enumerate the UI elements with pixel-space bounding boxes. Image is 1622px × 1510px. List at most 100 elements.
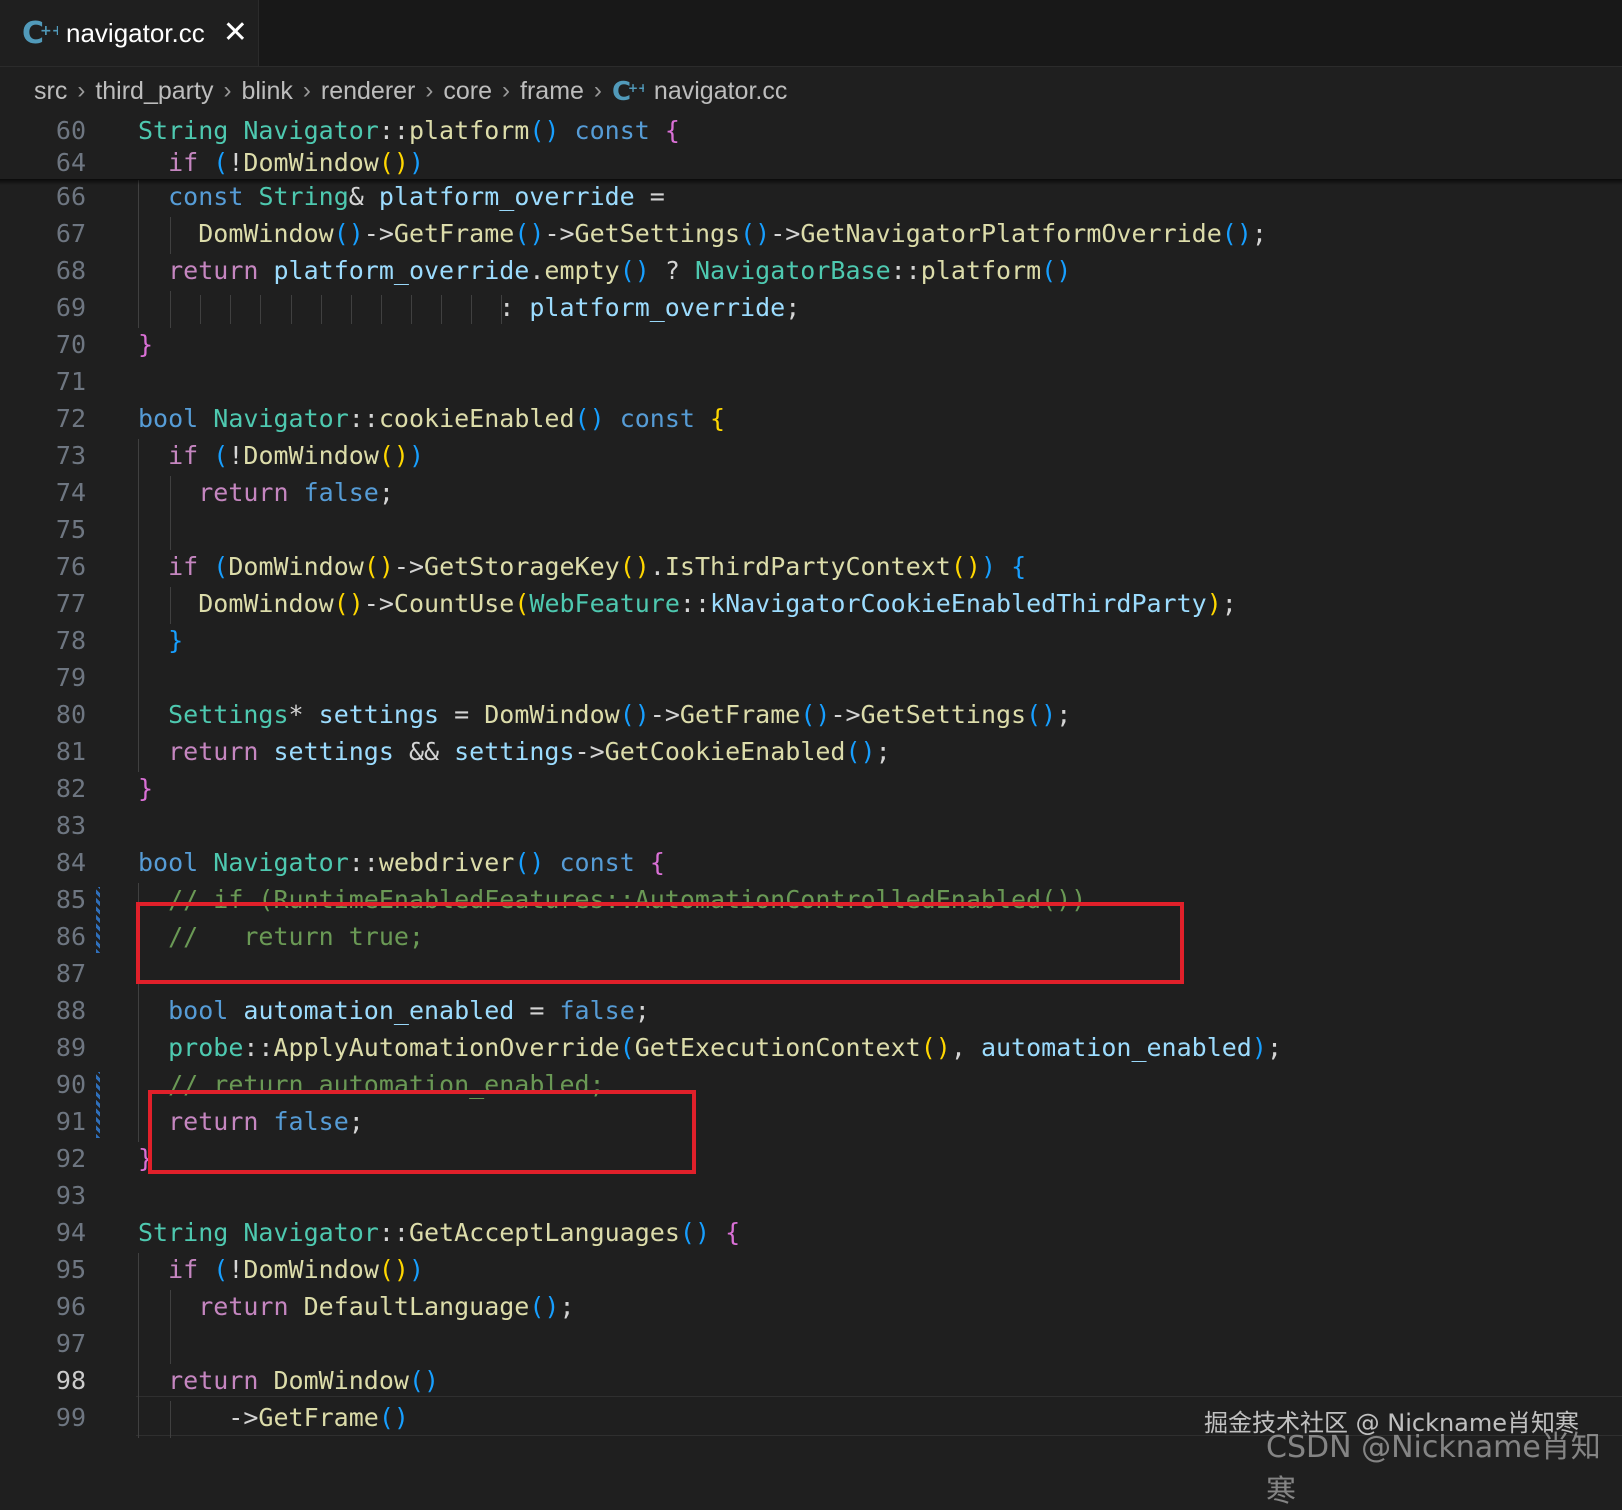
code-token: platform_override xyxy=(529,293,786,322)
code-token: kNavigatorCookieEnabledThirdParty xyxy=(710,589,1207,618)
line-number: 76 xyxy=(55,552,86,581)
code-token: bool xyxy=(168,996,229,1025)
code-token: ) xyxy=(408,1255,425,1284)
code-line: 67 DomWindow()->GetFrame()->GetSettings(… xyxy=(0,215,1622,253)
code-token: empty xyxy=(544,256,620,285)
code-token: GetExecutionContext xyxy=(634,1033,921,1062)
code-text: if (!DomWindow()) xyxy=(168,144,424,182)
code-token: () xyxy=(950,552,981,581)
line-number: 64 xyxy=(55,148,86,177)
line-number: 83 xyxy=(55,811,86,840)
code-line: 95 if (!DomWindow()) xyxy=(0,1251,1622,1289)
code-text: if (!DomWindow()) xyxy=(138,1251,424,1289)
code-token: -> xyxy=(649,700,680,729)
code-token: ) xyxy=(1251,1033,1267,1062)
code-token: () xyxy=(529,1292,560,1321)
code-token: settings xyxy=(273,737,394,766)
code-token: ; xyxy=(1266,1033,1282,1062)
code-text: } xyxy=(138,326,153,364)
code-token: () xyxy=(920,1033,951,1062)
code-text: bool Navigator::cookieEnabled() const { xyxy=(138,400,725,438)
code-token: CountUse xyxy=(393,589,515,618)
sticky-scroll-shadow xyxy=(0,179,1622,185)
line-number: 99 xyxy=(55,1403,86,1432)
code-token: () xyxy=(619,256,650,285)
line-number: 70 xyxy=(55,330,86,359)
code-token: } xyxy=(138,774,154,803)
code-token: . xyxy=(529,256,545,285)
code-token: ! xyxy=(228,441,244,470)
code-line: 70} xyxy=(0,326,1622,364)
code-line: 74 return false; xyxy=(0,474,1622,512)
line-number: 82 xyxy=(55,774,86,803)
code-line: 84 bool Navigator::webdriver() const { xyxy=(0,844,1622,882)
code-token: ( xyxy=(213,552,229,581)
code-token: DomWindow xyxy=(273,1366,409,1395)
line-number: 80 xyxy=(55,700,86,729)
code-token: WebFeature xyxy=(529,589,680,618)
code-token: return xyxy=(168,1366,259,1395)
line-number: 91 xyxy=(55,1107,86,1136)
code-token: ) xyxy=(1206,589,1222,618)
code-token: :: xyxy=(348,848,379,877)
code-editor[interactable]: 66 const String& platform_override = 67 D… xyxy=(0,0,1622,1470)
code-token: ; xyxy=(1056,700,1072,729)
line-number: 84 xyxy=(55,848,86,877)
code-token: -> xyxy=(138,1403,259,1432)
code-token: () xyxy=(333,589,364,618)
code-line: 79 xyxy=(0,659,1622,697)
line-number: 74 xyxy=(55,478,86,507)
code-text: if (!DomWindow()) xyxy=(138,437,424,475)
code-token: { xyxy=(649,848,665,877)
code-token: () xyxy=(514,848,545,877)
code-token: { xyxy=(664,116,680,145)
line-number: 95 xyxy=(55,1255,86,1284)
code-token: const xyxy=(168,182,244,211)
line-number: 78 xyxy=(55,626,86,655)
code-text: if (DomWindow()->GetStorageKey().IsThird… xyxy=(138,548,1026,586)
code-text: return DefaultLanguage(); xyxy=(138,1288,574,1326)
code-token: cookieEnabled xyxy=(378,404,575,433)
code-token: , xyxy=(950,1033,981,1062)
code-line: 97 xyxy=(0,1325,1622,1363)
code-token: if xyxy=(168,552,199,581)
code-token: false xyxy=(559,996,635,1025)
code-token: return xyxy=(198,1292,289,1321)
code-line: 93 xyxy=(0,1177,1622,1215)
code-token: const xyxy=(619,404,695,433)
code-token: probe xyxy=(168,1033,244,1062)
code-line: 94 String Navigator::GetAcceptLanguages()… xyxy=(0,1214,1622,1252)
code-line: 73 if (!DomWindow()) xyxy=(0,437,1622,475)
code-text: probe::ApplyAutomationOverride(GetExecut… xyxy=(138,1029,1282,1067)
line-number: 98 xyxy=(55,1366,86,1395)
code-token: DefaultLanguage xyxy=(303,1292,530,1321)
code-token: NavigatorBase xyxy=(694,256,891,285)
code-token: :: xyxy=(679,589,711,618)
code-token: GetSettings xyxy=(860,700,1027,729)
code-token: DomWindow xyxy=(243,1255,379,1284)
line-number: 93 xyxy=(55,1181,86,1210)
line-number: 88 xyxy=(55,996,86,1025)
code-token: () xyxy=(378,148,409,177)
code-token: ! xyxy=(228,148,244,177)
code-token: GetNavigatorPlatformOverride xyxy=(800,219,1222,248)
code-line: 88 bool automation_enabled = false; xyxy=(0,992,1622,1030)
code-token: { xyxy=(1011,552,1027,581)
code-token: () xyxy=(1041,256,1072,285)
code-token: String xyxy=(258,182,349,211)
line-number: 90 xyxy=(55,1070,86,1099)
code-token: if xyxy=(168,1255,199,1284)
code-token: ; xyxy=(378,478,394,507)
code-token: platform_override xyxy=(378,182,635,211)
code-token: ( xyxy=(514,589,530,618)
